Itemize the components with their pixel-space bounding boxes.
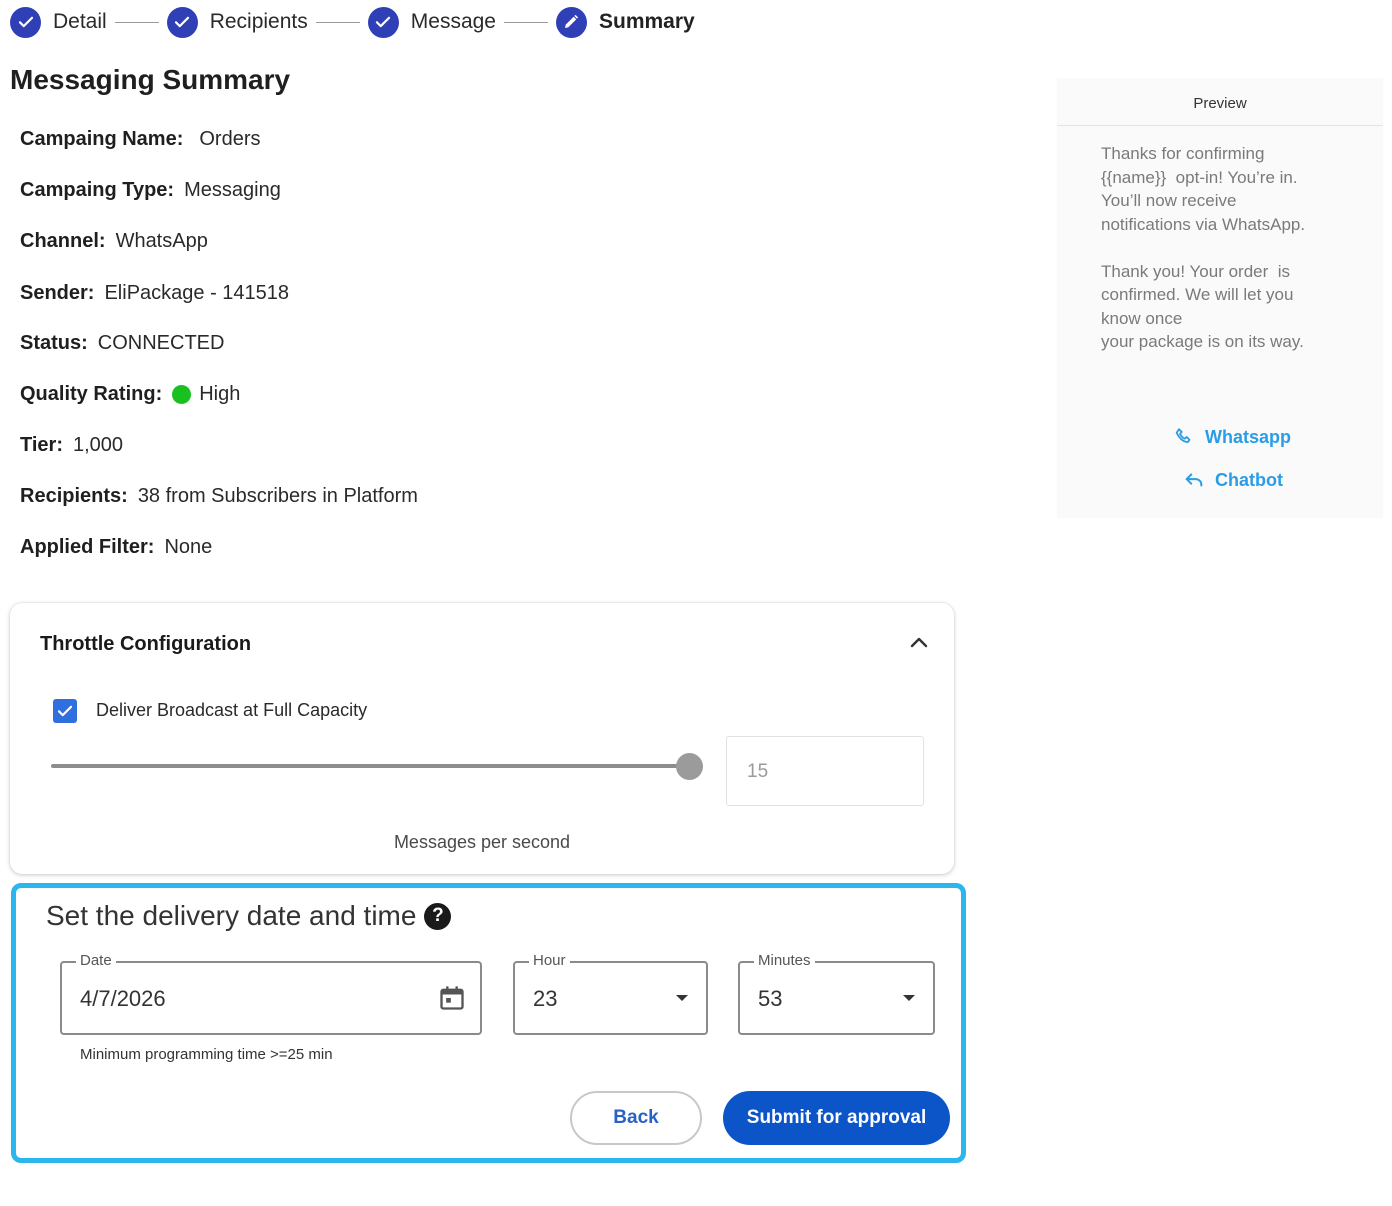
summary-row-campaign-type: Campaing Type: Messaging (20, 179, 281, 202)
dropdown-arrow-icon (676, 995, 688, 1001)
summary-label: Applied Filter: (20, 536, 155, 558)
messages-per-second-value: 15 (747, 761, 769, 782)
summary-value: Messaging (184, 179, 281, 201)
full-capacity-checkbox[interactable] (53, 699, 77, 723)
step-connector (114, 21, 159, 23)
messages-per-second-input[interactable]: 15 (726, 736, 924, 806)
summary-label: Channel: (20, 230, 106, 252)
step-label: Detail (53, 10, 107, 33)
page-title: Messaging Summary (10, 64, 291, 95)
message-preview-panel: Preview Thanks for confirming {{name}} o… (1057, 78, 1383, 518)
summary-label: Tier: (20, 434, 63, 456)
step-label: Message (410, 10, 496, 33)
dropdown-arrow-icon (903, 995, 915, 1001)
summary-label: Campaing Type: (20, 179, 175, 201)
date-field-value: 4/7/2026 (80, 986, 166, 1011)
hour-select[interactable]: Hour 23 (513, 952, 708, 1035)
help-icon[interactable]: ? (424, 902, 452, 930)
step-connector (503, 21, 548, 23)
phone-icon (1175, 428, 1191, 443)
step-recipients[interactable]: Recipients (166, 6, 308, 38)
chevron-up-icon[interactable] (910, 636, 928, 648)
summary-value: WhatsApp (115, 230, 208, 252)
check-icon (367, 6, 399, 38)
throttle-slider-track[interactable] (51, 764, 703, 768)
summary-row-channel: Channel: WhatsApp (20, 230, 208, 253)
throttle-title: Throttle Configuration (40, 633, 252, 655)
minutes-select-label: Minutes (754, 952, 815, 969)
delivery-title: Set the delivery date and time ? (46, 900, 452, 932)
summary-value: CONNECTED (97, 332, 225, 354)
minutes-select[interactable]: Minutes 53 (738, 952, 935, 1035)
stepper: Detail Recipients Message Summary (10, 5, 695, 39)
preview-whatsapp-button[interactable]: Whatsapp (1173, 426, 1291, 448)
step-label: Summary (598, 10, 695, 33)
summary-label: Recipients: (20, 485, 128, 507)
minimum-time-hint: Minimum programming time >=25 min (80, 1046, 333, 1063)
preview-button-label: Chatbot (1215, 469, 1283, 490)
summary-row-sender: Sender: EliPackage - 141518 (20, 282, 289, 305)
preview-button-label: Whatsapp (1205, 426, 1292, 447)
summary-value: None (164, 536, 213, 558)
check-icon (10, 6, 41, 38)
summary-row-status: Status: CONNECTED (20, 332, 224, 355)
summary-row-tier: Tier: 1,000 (20, 434, 123, 457)
preview-message-body: Thanks for confirming {{name}} opt-in! Y… (1101, 144, 1306, 351)
step-detail[interactable]: Detail (10, 6, 107, 38)
summary-label: Sender: (20, 282, 95, 304)
throttle-slider-thumb[interactable] (676, 753, 703, 780)
date-field[interactable]: Date 4/7/2026 (60, 952, 482, 1035)
check-icon (166, 6, 198, 38)
hour-select-value: 23 (533, 986, 558, 1011)
summary-row-quality-rating: Quality Rating: High (20, 383, 240, 406)
preview-chatbot-button[interactable]: Chatbot (1183, 469, 1283, 491)
minutes-select-value: 53 (758, 986, 783, 1011)
hour-select-label: Hour (529, 952, 570, 969)
summary-value: EliPackage - 141518 (104, 282, 290, 304)
step-message[interactable]: Message (367, 6, 496, 38)
quality-indicator-dot (172, 385, 192, 404)
messages-per-second-label: Messages per second (393, 832, 571, 852)
summary-row-campaign-name: Campaing Name: Orders (20, 128, 261, 151)
back-button[interactable]: Back (570, 1091, 702, 1145)
step-label: Recipients (209, 10, 308, 33)
date-field-label: Date (76, 952, 116, 969)
summary-label: Campaing Name: (20, 128, 184, 150)
reply-icon (1185, 473, 1203, 487)
pencil-icon (555, 6, 587, 38)
step-summary[interactable]: Summary (555, 6, 695, 38)
summary-value: Orders (199, 128, 261, 150)
summary-value: 1,000 (72, 434, 124, 456)
throttle-configuration-card: Throttle Configuration Deliver Broadcast… (10, 603, 954, 874)
step-connector (315, 21, 360, 23)
full-capacity-label: Deliver Broadcast at Full Capacity (96, 700, 368, 720)
summary-value: 38 from Subscribers in Platform (137, 485, 418, 507)
summary-label: Quality Rating: (20, 383, 163, 405)
delivery-title-text: Set the delivery date and time (46, 900, 417, 931)
check-icon (57, 705, 73, 717)
delivery-schedule-section: Set the delivery date and time ? Date 4/… (11, 883, 966, 1163)
calendar-icon[interactable] (438, 984, 466, 1012)
summary-row-recipients: Recipients: 38 from Subscribers in Platf… (20, 485, 418, 508)
preview-header: Preview (1057, 78, 1383, 126)
summary-row-applied-filter: Applied Filter: None (20, 536, 212, 559)
summary-label: Status: (20, 332, 88, 354)
summary-value: High (199, 383, 241, 405)
submit-for-approval-button[interactable]: Submit for approval (723, 1091, 950, 1145)
